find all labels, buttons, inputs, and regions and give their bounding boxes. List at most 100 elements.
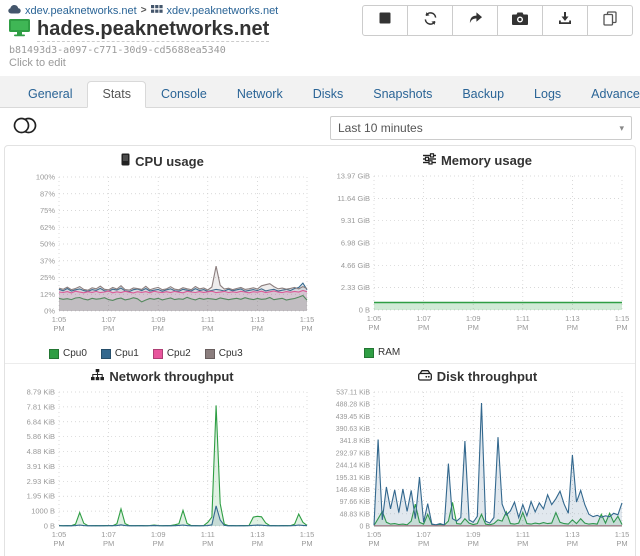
svg-text:25%: 25%: [40, 273, 55, 282]
disk-throughput-chart: 0 B48.83 KiB97.66 KiB146.48 KiB195.31 Ki…: [324, 385, 629, 556]
svg-text:PM: PM: [301, 324, 312, 333]
vm-actions-toolbar: [362, 5, 633, 36]
vm-uuid: b81493d3-a097-c771-30d9-cd5688ea5340: [0, 42, 640, 56]
svg-text:PM: PM: [517, 539, 528, 548]
svg-text:439.45 KiB: 439.45 KiB: [336, 414, 371, 421]
svg-text:244.14 KiB: 244.14 KiB: [336, 463, 371, 470]
legend-swatch: [101, 349, 111, 359]
svg-text:PM: PM: [567, 539, 578, 548]
sliders-icon: [423, 153, 436, 168]
svg-text:PM: PM: [103, 324, 114, 333]
copy-icon: [603, 11, 617, 31]
cpu-icon: [121, 153, 130, 169]
cpu-usage-panel: CPU usage 0%12%25%37%50%62%75%87%100%1:0…: [5, 148, 320, 363]
svg-text:1:07: 1:07: [416, 530, 431, 539]
svg-text:PM: PM: [368, 539, 379, 548]
legend-item: Cpu2: [153, 348, 191, 359]
legend-swatch: [153, 349, 163, 359]
legend-swatch: [205, 349, 215, 359]
svg-text:3.91 KiB: 3.91 KiB: [27, 462, 55, 471]
svg-text:7.81 KiB: 7.81 KiB: [27, 402, 55, 411]
svg-text:PM: PM: [252, 539, 263, 548]
svg-text:2.33 GiB: 2.33 GiB: [341, 283, 370, 292]
svg-text:PM: PM: [103, 539, 114, 548]
breadcrumb-host-link[interactable]: xdev.peaknetworks.net: [167, 5, 279, 17]
download-icon: [558, 11, 572, 30]
breadcrumb-pool-link[interactable]: xdev.peaknetworks.net: [25, 5, 137, 17]
legend-item: Cpu3: [205, 348, 243, 359]
memory-usage-chart: 0 B2.33 GiB4.66 GiB6.98 GiB9.31 GiB11.64…: [324, 169, 629, 341]
hdd-icon: [418, 369, 432, 384]
svg-text:2.93 KiB: 2.93 KiB: [27, 477, 55, 486]
svg-text:5.86 KiB: 5.86 KiB: [27, 432, 55, 441]
tab-logs[interactable]: Logs: [519, 81, 576, 108]
legend-item: Cpu0: [49, 348, 87, 359]
migrate-button[interactable]: [452, 5, 498, 36]
network-throughput-panel: Network throughput 0 B1000 B1.95 KiB2.93…: [5, 363, 320, 556]
vm-monitor-icon: [8, 18, 31, 42]
svg-text:PM: PM: [301, 539, 312, 548]
snapshot-button[interactable]: [497, 5, 543, 36]
svg-text:1:09: 1:09: [151, 315, 166, 324]
stats-controls: Last 10 minutes ▾: [0, 108, 640, 145]
svg-text:100%: 100%: [36, 173, 56, 182]
migrate-arrow-icon: [468, 11, 483, 30]
tab-disks[interactable]: Disks: [298, 81, 359, 108]
tab-network[interactable]: Network: [222, 81, 298, 108]
svg-text:146.48 KiB: 146.48 KiB: [336, 487, 371, 494]
tab-advanced[interactable]: Advanced: [576, 81, 640, 108]
svg-text:PM: PM: [368, 323, 379, 332]
svg-text:PM: PM: [202, 324, 213, 333]
svg-text:1:13: 1:13: [250, 315, 265, 324]
tab-backup[interactable]: Backup: [447, 81, 519, 108]
svg-text:1:13: 1:13: [565, 314, 580, 323]
vm-tabbar: GeneralStatsConsoleNetworkDisksSnapshots…: [0, 76, 640, 108]
tab-stats[interactable]: Stats: [87, 81, 146, 108]
svg-text:1:09: 1:09: [466, 314, 481, 323]
cpu-usage-chart: 0%12%25%37%50%62%75%87%100%1:05PM1:07PM1…: [9, 170, 314, 342]
legend-swatch: [49, 349, 59, 359]
svg-text:13.97 GiB: 13.97 GiB: [337, 172, 370, 181]
export-button[interactable]: [542, 5, 588, 36]
tab-general[interactable]: General: [13, 81, 87, 108]
svg-text:97.66 KiB: 97.66 KiB: [340, 499, 371, 506]
svg-text:341.8 KiB: 341.8 KiB: [340, 438, 371, 445]
svg-text:488.28 KiB: 488.28 KiB: [336, 402, 371, 409]
svg-text:9.31 GiB: 9.31 GiB: [341, 216, 370, 225]
tab-snapshots[interactable]: Snapshots: [358, 81, 447, 108]
svg-text:1:15: 1:15: [615, 530, 629, 539]
svg-text:PM: PM: [616, 539, 627, 548]
reboot-button[interactable]: [407, 5, 453, 36]
copy-button[interactable]: [587, 5, 633, 36]
time-range-value: Last 10 minutes: [338, 121, 423, 135]
disk-throughput-panel: Disk throughput 0 B48.83 KiB97.66 KiB146…: [320, 363, 635, 556]
svg-text:390.63 KiB: 390.63 KiB: [336, 426, 371, 433]
memory-legend: RAM: [324, 347, 631, 358]
svg-text:PM: PM: [53, 324, 64, 333]
svg-text:PM: PM: [616, 323, 627, 332]
svg-text:PM: PM: [418, 323, 429, 332]
svg-text:537.11 KiB: 537.11 KiB: [336, 390, 370, 397]
svg-text:1:05: 1:05: [52, 315, 67, 324]
svg-text:6.98 GiB: 6.98 GiB: [341, 239, 370, 248]
stop-button[interactable]: [362, 5, 408, 36]
svg-text:1:13: 1:13: [250, 530, 265, 539]
sitemap-icon: [91, 369, 104, 384]
page-title[interactable]: hades.peaknetworks.net: [37, 18, 269, 42]
svg-text:1:15: 1:15: [300, 530, 314, 539]
svg-text:292.97 KiB: 292.97 KiB: [336, 450, 371, 457]
time-range-select[interactable]: Last 10 minutes ▾: [330, 116, 632, 140]
click-to-edit-hint[interactable]: Click to edit: [0, 56, 640, 69]
legend-label: Cpu1: [115, 348, 139, 359]
network-throughput-title: Network throughput: [9, 369, 316, 384]
svg-text:37%: 37%: [40, 256, 55, 265]
svg-text:62%: 62%: [40, 223, 55, 232]
svg-text:48.83 KiB: 48.83 KiB: [340, 511, 371, 518]
svg-text:PM: PM: [468, 539, 479, 548]
toggle-icon[interactable]: [13, 117, 37, 139]
tab-console[interactable]: Console: [146, 81, 222, 108]
svg-text:12%: 12%: [40, 290, 55, 299]
svg-text:50%: 50%: [40, 240, 55, 249]
svg-text:PM: PM: [418, 539, 429, 548]
svg-text:6.84 KiB: 6.84 KiB: [27, 417, 55, 426]
